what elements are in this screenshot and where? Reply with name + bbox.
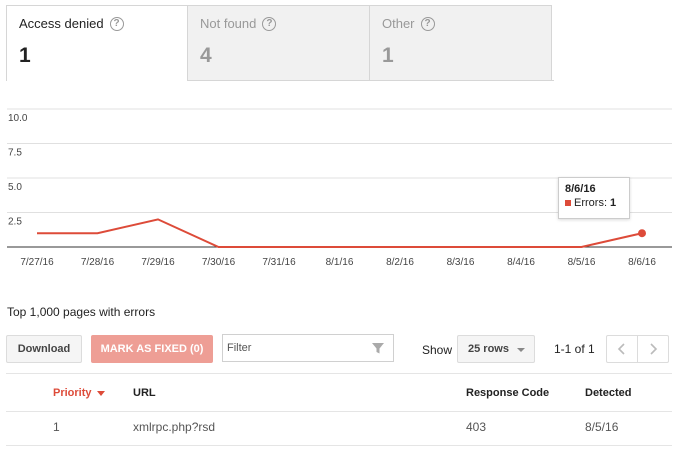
chart-tooltip: 8/6/16 Errors: 1 (558, 177, 630, 219)
show-label: Show (422, 343, 453, 357)
data-point-highlight[interactable] (638, 229, 646, 238)
column-header-url[interactable]: URL (133, 387, 156, 399)
chevron-down-icon (517, 348, 525, 352)
cell-detected: 8/5/16 (585, 420, 619, 434)
tooltip-date: 8/6/16 (565, 183, 596, 195)
table-divider (6, 373, 672, 374)
filter-input[interactable]: Filter (222, 334, 394, 362)
tab-label: Other (382, 16, 415, 31)
pager-text: 1-1 of 1 (554, 342, 595, 356)
tab-count: 1 (382, 44, 394, 67)
rows-select-value: 25 rows (468, 343, 509, 355)
y-tick-label: 7.5 (8, 148, 22, 159)
cell-response-code: 403 (466, 420, 487, 434)
x-tick-label: 7/31/16 (262, 257, 296, 268)
tab-label: Access denied (19, 16, 104, 31)
x-tick-label: 8/3/16 (447, 257, 475, 268)
chevron-left-icon (617, 343, 625, 355)
rows-per-page-select[interactable]: 25 rows (457, 335, 535, 363)
y-tick-label: 2.5 (8, 217, 22, 228)
tooltip-value: 1 (610, 197, 617, 209)
tab-divider (188, 80, 554, 81)
table-divider (6, 445, 672, 446)
x-tick-label: 7/29/16 (141, 257, 175, 268)
error-tabs: Access denied ? 1 Not found ? 4 Other ? … (6, 5, 552, 81)
section-title: Top 1,000 pages with errors (7, 305, 156, 319)
tab-count: 1 (19, 44, 31, 67)
sort-desc-icon (96, 390, 105, 396)
tooltip-label: Errors: (574, 197, 607, 209)
help-icon[interactable]: ? (420, 16, 435, 31)
tab-not-found[interactable]: Not found ? 4 (188, 5, 370, 81)
y-tick-label: 5.0 (8, 182, 22, 193)
tab-label: Not found (200, 16, 257, 31)
series-line-errors (37, 218, 643, 248)
series-swatch (565, 200, 571, 206)
tab-count: 4 (200, 44, 212, 67)
help-icon[interactable]: ? (262, 16, 277, 31)
priority-header-label: Priority (53, 387, 92, 399)
x-tick-label: 8/5/16 (568, 257, 596, 268)
x-tick-label: 7/27/16 (20, 257, 54, 268)
x-tick-label: 7/30/16 (202, 257, 236, 268)
column-header-response-code[interactable]: Response Code (466, 387, 549, 399)
column-header-priority[interactable]: Priority (53, 387, 105, 399)
y-tick-label: 10.0 (8, 113, 28, 124)
download-button[interactable]: Download (6, 335, 82, 363)
table-divider (6, 411, 672, 412)
tab-access-denied[interactable]: Access denied ? 1 (6, 5, 188, 81)
mark-as-fixed-button[interactable]: MARK AS FIXED (0) (91, 335, 213, 363)
x-tick-label: 8/4/16 (507, 257, 535, 268)
tab-other[interactable]: Other ? 1 (370, 5, 552, 81)
cell-priority: 1 (53, 420, 60, 434)
funnel-icon[interactable] (371, 341, 385, 355)
column-header-detected[interactable]: Detected (585, 387, 631, 399)
x-tick-label: 8/1/16 (326, 257, 354, 268)
next-page-button[interactable] (637, 335, 669, 363)
chevron-right-icon (650, 343, 658, 355)
help-icon[interactable]: ? (109, 16, 124, 31)
cell-url[interactable]: xmlrpc.php?rsd (133, 420, 215, 434)
x-tick-label: 8/2/16 (386, 257, 414, 268)
x-tick-label: 8/6/16 (628, 257, 656, 268)
filter-placeholder: Filter (227, 342, 252, 354)
prev-page-button[interactable] (606, 335, 638, 363)
x-tick-label: 7/28/16 (81, 257, 115, 268)
